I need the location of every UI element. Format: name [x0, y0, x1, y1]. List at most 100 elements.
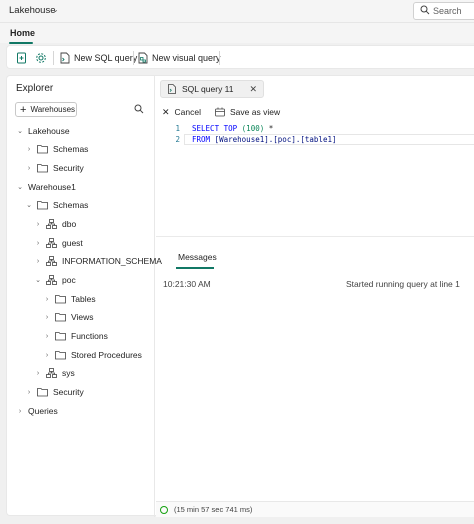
search-input[interactable]: Search [413, 2, 474, 20]
search-icon[interactable] [134, 104, 144, 114]
chevron-down-icon[interactable]: ⌄ [16, 183, 24, 191]
chevron-right-icon[interactable]: › [34, 240, 42, 247]
tree-item-sys[interactable]: › sys [34, 364, 75, 382]
save-as-view-label: Save as view [230, 107, 281, 117]
tab-sql-query[interactable]: SQL query 11 ✕ [160, 80, 264, 98]
line-number: 2 [175, 135, 180, 144]
tree-item-lakehouse-schemas[interactable]: › Schemas [25, 140, 89, 158]
tree-label: sys [62, 368, 75, 378]
new-sql-query-button[interactable]: New SQL query [59, 50, 137, 66]
chevron-right-icon[interactable]: › [43, 296, 51, 303]
tree-label: dbo [62, 219, 77, 229]
tree-item-warehouse-security[interactable]: › Security [25, 383, 84, 401]
gear-icon [36, 53, 46, 63]
schema-icon [46, 256, 57, 266]
add-warehouses-label: Warehouses [30, 105, 76, 114]
chevron-right-icon[interactable]: › [43, 333, 51, 340]
folder-icon [55, 351, 66, 360]
tree-item-lakehouse[interactable]: ⌄ Lakehouse [16, 122, 70, 140]
tree-item-warehouse1[interactable]: ⌄ Warehouse1 [16, 178, 76, 196]
results-divider[interactable] [156, 236, 474, 237]
folder-icon [37, 201, 48, 210]
tree-item-functions[interactable]: › Functions [43, 327, 108, 345]
chevron-down-icon[interactable]: ⌄ [34, 276, 42, 284]
tab-sql-query-label: SQL query 11 [182, 84, 234, 94]
get-data-icon [17, 52, 26, 64]
code-line: 1 SELECT TOP (100) * [156, 124, 474, 135]
new-visual-query-button[interactable]: New visual query [137, 50, 221, 66]
tree-label: Views [71, 312, 94, 322]
schema-icon [46, 219, 57, 229]
chevron-right-icon[interactable]: › [34, 221, 42, 228]
tree-label: Lakehouse [28, 126, 70, 136]
tree-item-lakehouse-security[interactable]: › Security [25, 159, 84, 177]
tree-item-views[interactable]: › Views [43, 308, 94, 326]
add-warehouses-button[interactable]: + Warehouses [15, 102, 77, 117]
tree-label: INFORMATION_SCHEMA [62, 256, 162, 266]
chevron-right-icon[interactable]: › [25, 165, 33, 172]
sql-number: (100) [241, 124, 265, 133]
tree-item-stored-procedures[interactable]: › Stored Procedures [43, 346, 142, 364]
tree-label: Security [53, 387, 84, 397]
tree-label: guest [62, 238, 83, 248]
tree-item-poc[interactable]: ⌄ poc [34, 271, 76, 289]
schema-icon [46, 238, 57, 248]
plus-icon: + [20, 103, 27, 116]
explorer-pane: Explorer + Warehouses ⌄ Lakehouse › Sche… [7, 76, 162, 517]
message-time: 10:21:30 AM [163, 279, 211, 289]
schema-icon [46, 368, 57, 378]
close-icon: ✕ [162, 106, 170, 117]
sql-query-icon [168, 84, 176, 94]
chevron-right-icon[interactable]: › [43, 314, 51, 321]
cancel-label: Cancel [174, 107, 202, 117]
search-placeholder: Search [433, 6, 462, 16]
line-number: 1 [175, 124, 180, 133]
tree-item-dbo[interactable]: › dbo [34, 215, 76, 233]
get-data-button[interactable] [16, 50, 28, 66]
folder-icon [37, 388, 48, 397]
cancel-button[interactable]: ✕ Cancel [162, 107, 201, 118]
tree-label: Warehouse1 [28, 182, 76, 192]
chevron-right-icon[interactable]: › [34, 370, 42, 377]
chevron-right-icon[interactable]: › [34, 258, 42, 265]
tab-home-indicator [9, 42, 33, 44]
tree-label: Functions [71, 331, 108, 341]
chevron-down-icon[interactable]: ⌄ [25, 201, 33, 209]
tree-item-information-schema[interactable]: › INFORMATION_SCHEMA [34, 252, 162, 270]
ribbon-tabs: Home [0, 23, 474, 44]
chevron-down-icon[interactable]: ⌄ [52, 5, 59, 14]
tree-item-queries[interactable]: › Queries [16, 402, 58, 420]
chevron-right-icon[interactable]: › [25, 146, 33, 153]
new-sql-query-label: New SQL query [74, 53, 138, 63]
tree-item-guest[interactable]: › guest [34, 234, 83, 252]
app-title[interactable]: Lakehouse [9, 5, 55, 16]
tab-home[interactable]: Home [10, 28, 35, 38]
settings-button[interactable] [35, 50, 47, 66]
toolbar-divider [219, 51, 220, 65]
tab-messages[interactable]: Messages [178, 252, 217, 262]
sql-identifier: [Warehouse1].[poc].[table1] [214, 135, 337, 144]
folder-icon [37, 145, 48, 154]
toolbar-divider [53, 51, 54, 65]
save-as-view-button[interactable]: Save as view [215, 107, 280, 117]
chevron-right-icon[interactable]: › [43, 352, 51, 359]
new-sql-query-icon [60, 52, 70, 64]
folder-icon [55, 313, 66, 322]
chevron-right-icon[interactable]: › [25, 389, 33, 396]
tree-item-warehouse-schemas[interactable]: ⌄ Schemas [25, 196, 88, 214]
close-icon[interactable]: ✕ [249, 84, 257, 95]
query-editor-pane: SQL query 11 ✕ ✕ Cancel Save as view 1 S… [156, 76, 474, 517]
folder-icon [55, 295, 66, 304]
tree-item-tables[interactable]: › Tables [43, 290, 96, 308]
code-text: SELECT TOP (100) * [192, 124, 273, 133]
tree-label: Schemas [53, 144, 89, 154]
tree-label: Tables [71, 294, 96, 304]
running-status-icon [160, 505, 168, 514]
explorer-title: Explorer [16, 83, 54, 94]
bottom-strip [0, 518, 474, 524]
sql-text: * [264, 124, 274, 133]
chevron-right-icon[interactable]: › [16, 408, 24, 415]
tree-label: Queries [28, 406, 58, 416]
chevron-down-icon[interactable]: ⌄ [16, 127, 24, 135]
save-as-view-icon [215, 107, 225, 117]
